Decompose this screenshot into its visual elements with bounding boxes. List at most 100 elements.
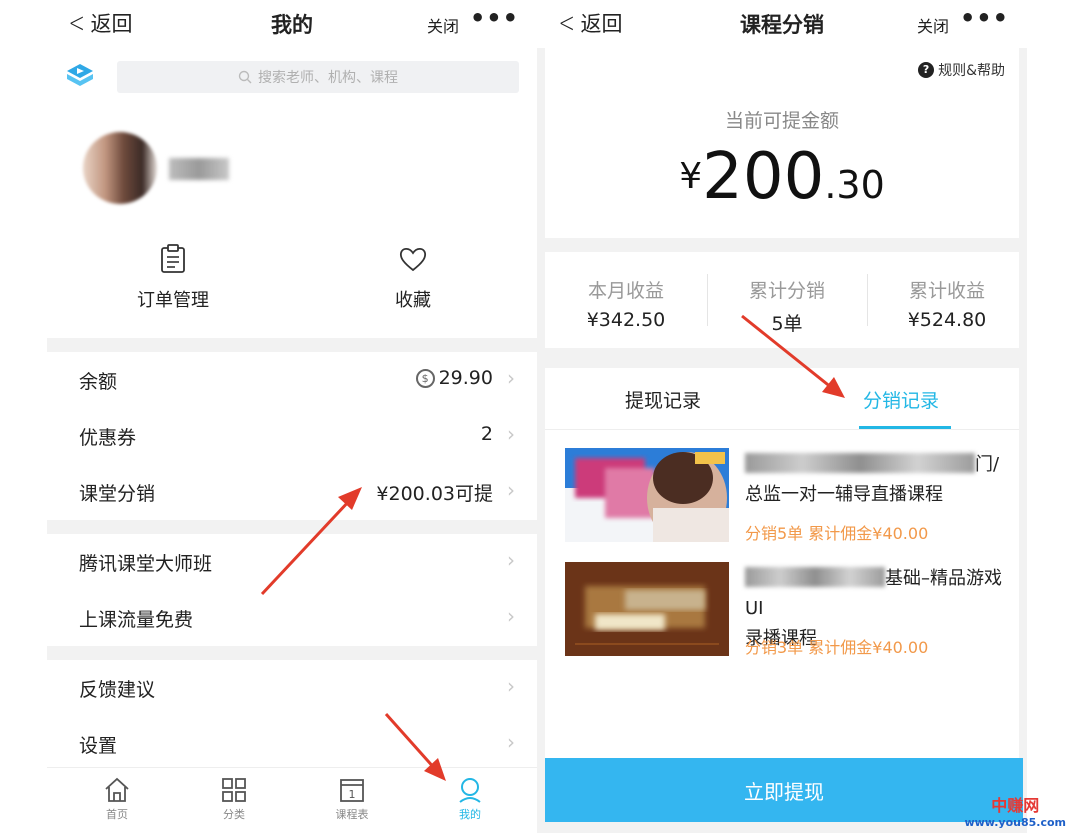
coupon-row[interactable]: 优惠券 2 ›: [47, 408, 537, 464]
course-thumbnail-image: [565, 448, 729, 542]
row-label: 腾讯课堂大师班: [79, 553, 213, 575]
watermark-name: 中赚网: [991, 796, 1040, 815]
stat-label: 累计分销: [748, 280, 825, 302]
search-placeholder: 搜索老师、机构、课程: [258, 70, 398, 86]
row-value: ¥200.03可提: [376, 483, 493, 505]
balance-value: 29.90: [438, 367, 493, 389]
favorites-button[interactable]: 收藏: [333, 244, 493, 312]
heart-icon: [399, 247, 427, 272]
amount-decimal: .30: [824, 163, 885, 207]
blurred-text: [745, 567, 885, 587]
order-management-button[interactable]: 订单管理: [93, 244, 253, 312]
course-meta: 分销3单 累计佣金¥40.00: [745, 638, 929, 657]
course-thumbnail: [565, 562, 729, 656]
help-icon: ?: [918, 62, 935, 78]
row-label: 上课流量免费: [79, 609, 194, 631]
more-icon[interactable]: •••: [960, 4, 1009, 32]
chevron-right-icon: ›: [507, 548, 515, 572]
record-tabs: 提现记录 分销记录: [545, 368, 1019, 430]
row-value: $29.90: [415, 367, 493, 389]
balance-label: 当前可提金额: [724, 110, 839, 132]
masterclass-row[interactable]: 腾讯课堂大师班 ›: [47, 534, 537, 590]
username-blurred: [169, 158, 229, 180]
chevron-right-icon: ›: [507, 730, 515, 754]
feedback-row[interactable]: 反馈建议 ›: [47, 660, 537, 716]
stat-value: ¥342.50: [586, 309, 666, 331]
course-thumbnail: [565, 448, 729, 542]
section-divider: [47, 646, 537, 660]
back-button[interactable]: < 返回: [555, 6, 623, 39]
tab-label: 我的: [459, 808, 481, 821]
balance-row[interactable]: 余额 $29.90 ›: [47, 352, 537, 408]
quick-label: 订单管理: [137, 290, 209, 311]
tab-mine[interactable]: 我的: [440, 776, 500, 822]
stat-value: 5单: [771, 313, 803, 335]
row-label: 余额: [79, 371, 118, 393]
help-label: 规则&帮助: [938, 63, 1005, 79]
list-item[interactable]: 基础–精品游戏UI 录播课程 分销3单 累计佣金¥40.00: [545, 544, 1019, 657]
earnings-stats: 本月收益 ¥342.50 累计分销 5单 累计收益 ¥524.80: [545, 252, 1019, 348]
balance-amount: ¥200.30: [545, 140, 1019, 214]
svg-text:1: 1: [349, 788, 356, 801]
chevron-left-icon: <: [68, 6, 85, 39]
grid-icon: [222, 778, 246, 802]
user-icon: [459, 778, 481, 803]
tab-schedule[interactable]: 1 课程表: [322, 776, 382, 822]
watermark: 中赚网 www.you85.com: [964, 792, 1066, 829]
list-item[interactable]: 门/ 总监一对一辅导直播课程 分销5单 累计佣金¥40.00: [545, 430, 1019, 543]
close-button[interactable]: 关闭: [427, 13, 459, 37]
active-tab-indicator: [859, 426, 951, 429]
more-icon[interactable]: •••: [470, 4, 519, 32]
chevron-left-icon: <: [558, 6, 575, 39]
stat-total-earnings: 累计收益 ¥524.80: [868, 276, 1026, 331]
course-title-line2: 总监一对一辅导直播课程: [745, 484, 943, 505]
tab-category[interactable]: 分类: [204, 776, 264, 822]
chevron-right-icon: ›: [507, 478, 515, 502]
row-value: 2: [480, 423, 493, 445]
currency-symbol: ¥: [679, 156, 703, 197]
course-title-tail: 门/: [975, 454, 1000, 475]
back-label: 返回: [580, 12, 623, 36]
tab-withdraw-records[interactable]: 提现记录: [625, 386, 701, 413]
tab-label: 分类: [223, 808, 245, 821]
free-data-row[interactable]: 上课流量免费 ›: [47, 590, 537, 646]
course-meta: 分销5单 累计佣金¥40.00: [745, 524, 929, 543]
calendar-icon: 1: [340, 779, 364, 802]
row-label: 反馈建议: [79, 679, 156, 701]
watermark-url: www.you85.com: [964, 816, 1066, 829]
tab-label: 课程表: [335, 808, 369, 821]
coin-icon: $: [415, 368, 435, 388]
close-button[interactable]: 关闭: [917, 13, 949, 37]
search-input[interactable]: 搜索老师、机构、课程: [117, 61, 519, 93]
top-nav-bar: < 返回 我的 关闭 •••: [47, 0, 537, 48]
chevron-right-icon: ›: [507, 422, 515, 446]
stat-total-sales: 累计分销 5单: [708, 276, 866, 336]
tab-distribution-records[interactable]: 分销记录: [863, 386, 939, 413]
row-label: 设置: [79, 735, 118, 757]
chevron-right-icon: ›: [507, 604, 515, 628]
rules-help-link[interactable]: ? 规则&帮助: [918, 60, 1005, 80]
top-nav-bar: < 返回 课程分销 关闭 •••: [537, 0, 1027, 48]
distribution-list: 门/ 总监一对一辅导直播课程 分销5单 累计佣金¥40.00 基础–精品游戏UI…: [545, 430, 1019, 760]
row-label: 课堂分销: [79, 483, 156, 505]
course-distribution-screen: < 返回 课程分销 关闭 ••• 当前可提金额 ¥200.30 ? 规则&帮助 …: [537, 0, 1027, 833]
chevron-right-icon: ›: [507, 366, 515, 390]
search-icon: [238, 70, 252, 84]
withdraw-now-button[interactable]: 立即提现: [545, 758, 1023, 822]
my-page-screen: < 返回 我的 关闭 ••• 搜索老师、机构、课程 订单管理 收藏 余额 $ 2…: [47, 0, 537, 833]
stat-label: 累计收益: [908, 280, 985, 302]
avatar[interactable]: [83, 132, 157, 204]
clipboard-icon: [161, 244, 185, 273]
distribution-row[interactable]: 课堂分销 ¥200.03可提 ›: [47, 464, 537, 520]
tab-label: 首页: [106, 808, 128, 821]
back-button[interactable]: < 返回: [65, 6, 133, 39]
quick-label: 收藏: [395, 290, 431, 311]
app-logo-icon: [67, 64, 93, 86]
stat-value: ¥524.80: [907, 309, 987, 331]
settings-row[interactable]: 设置 ›: [47, 716, 537, 772]
amount-integer: 200: [702, 140, 825, 214]
section-divider: [47, 338, 537, 352]
chevron-right-icon: ›: [507, 674, 515, 698]
tab-home[interactable]: 首页: [87, 776, 147, 822]
stat-monthly-earnings: 本月收益 ¥342.50: [547, 276, 705, 331]
